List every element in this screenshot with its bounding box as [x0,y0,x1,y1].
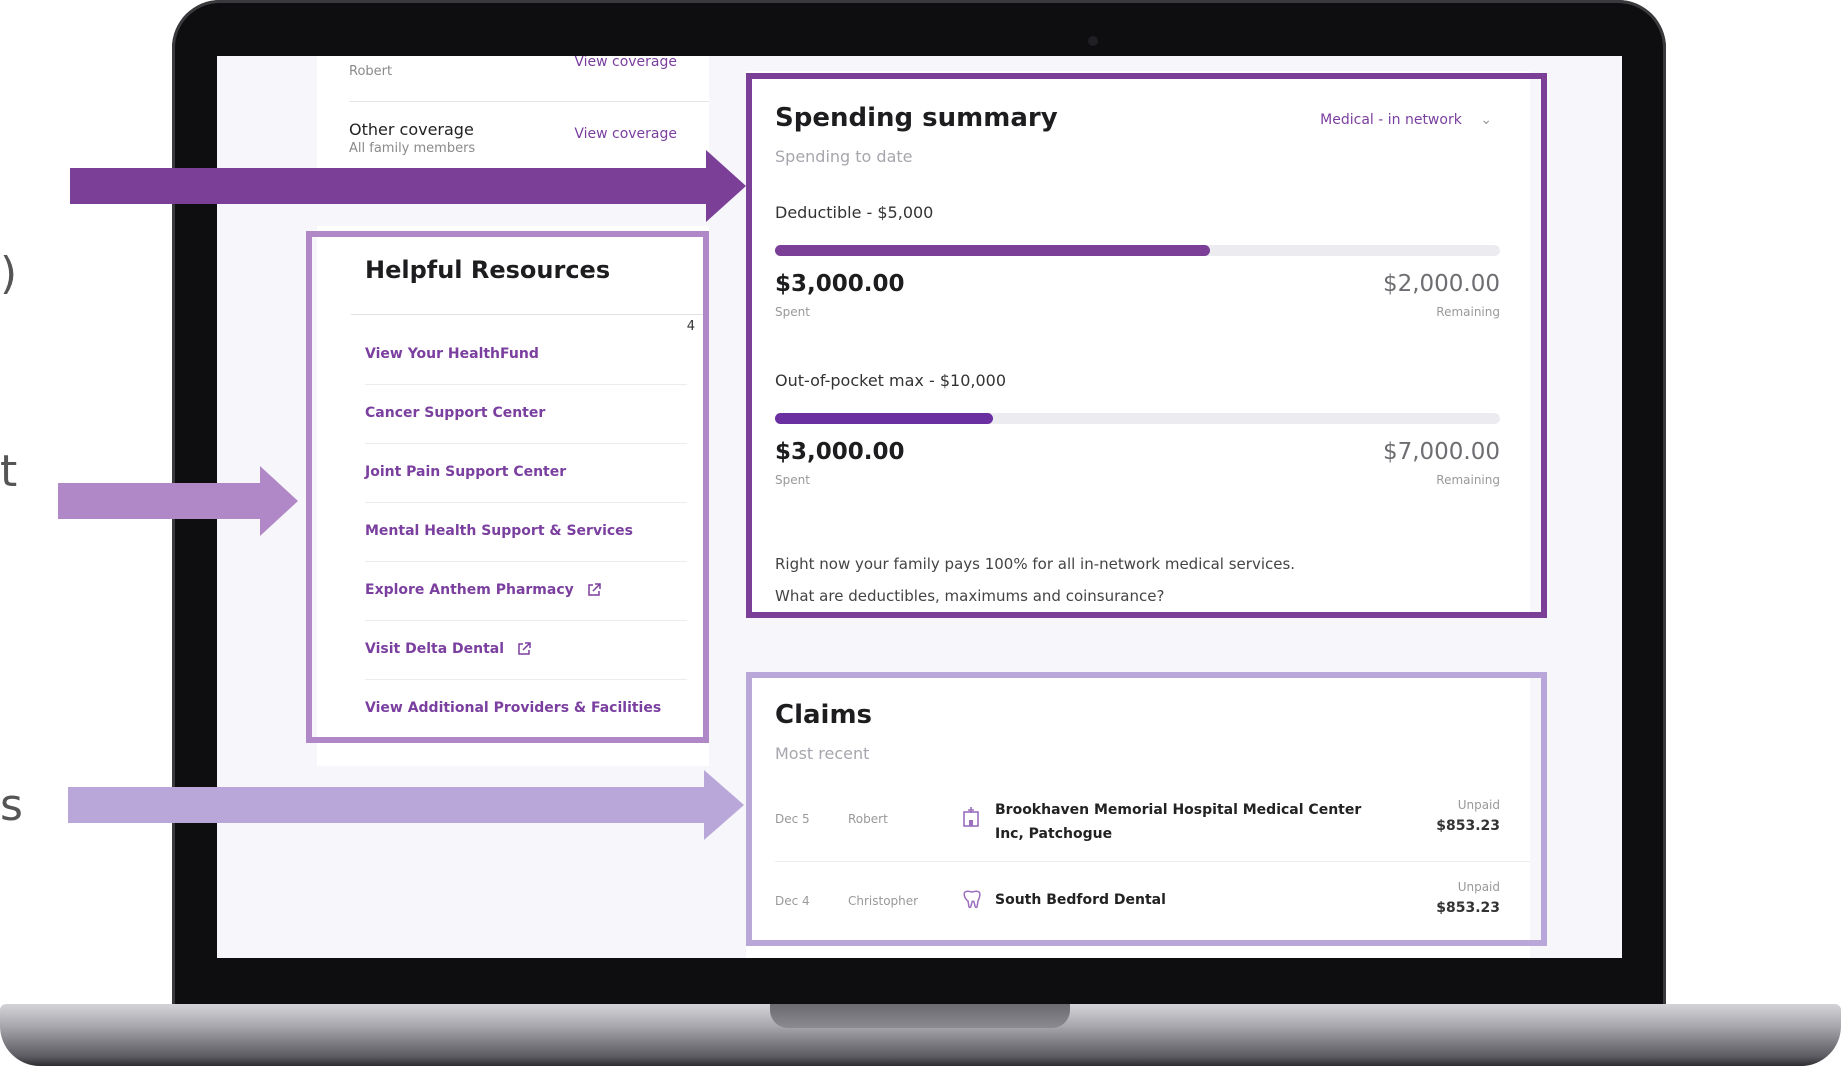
coverage-row-partial: Robert View coverage [349,56,677,79]
cropped-text-3: s [0,780,23,831]
view-other-coverage-link[interactable]: View coverage [574,126,677,142]
spending-highlight-frame [746,73,1547,618]
claims-highlight-frame [746,672,1547,946]
coverage-divider [349,101,709,102]
arrow-to-resources [58,466,298,536]
resources-highlight-frame [306,231,709,743]
cropped-text-2: t [0,446,18,497]
arrow-to-claims [68,770,744,840]
camera [1088,36,1098,46]
cropped-text-1: ) [0,248,18,299]
view-coverage-link[interactable]: View coverage [574,56,677,70]
laptop-notch [770,1004,1070,1028]
arrow-to-spending [70,150,746,222]
